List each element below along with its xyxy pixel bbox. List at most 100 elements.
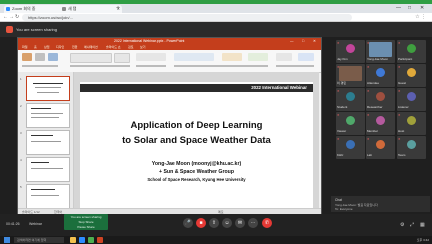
layout-icon[interactable] <box>48 53 58 61</box>
designer-icon[interactable] <box>298 53 314 61</box>
muted-mic-icon: ✕ <box>398 89 401 93</box>
participant-tile[interactable]: ✕ Host <box>397 112 426 135</box>
muted-mic-icon: ✕ <box>398 41 401 45</box>
participants-icon[interactable]: ☺ <box>222 218 232 228</box>
windows-start-icon[interactable] <box>4 237 10 243</box>
ppt-maximize-button[interactable]: □ <box>302 38 304 45</box>
current-slide[interactable]: 2022 International Webinar Application o… <box>80 82 313 208</box>
participant-avatar <box>407 116 416 125</box>
close-window-button[interactable]: ✕ <box>420 4 424 13</box>
ppt-minimize-button[interactable]: — <box>290 38 294 45</box>
quick-styles-icon[interactable] <box>248 53 268 61</box>
url-field[interactable]: https://zoom.us/wc/join/... <box>22 14 352 21</box>
ppt-close-button[interactable]: ✕ <box>313 38 316 45</box>
back-arrow-icon[interactable]: ← <box>3 14 8 21</box>
participant-avatar <box>346 92 355 101</box>
paragraph-tools[interactable] <box>136 53 166 61</box>
layout-grid-icon[interactable]: ▦ <box>420 222 425 228</box>
thumbnail-line <box>37 92 59 93</box>
tab-label: Zoom 회의 중 <box>12 6 36 11</box>
chrome-taskbar-icon[interactable] <box>88 237 94 243</box>
participant-tile[interactable]: ✕ KHU <box>336 136 365 159</box>
participant-avatar <box>407 68 416 77</box>
chat-icon[interactable]: ✉ <box>235 218 245 228</box>
participant-avatar <box>407 92 416 101</box>
slide-editing-area: 2022 International Webinar Application o… <box>74 72 319 208</box>
slide-number: 1 <box>20 77 22 81</box>
browser-tab-new[interactable]: 새 탭 ✕ <box>60 5 122 13</box>
browser-tab-zoom[interactable]: Zoom 회의 중 ✕ <box>4 5 66 13</box>
participant-name: Guest <box>398 81 407 85</box>
participant-name: Listener <box>398 105 409 109</box>
sharing-controls-popup[interactable]: You are screen sharing Stop Share Pause … <box>64 214 108 230</box>
zoom-taskbar-icon[interactable] <box>79 237 85 243</box>
settings-gear-icon[interactable]: ⚙ <box>400 222 404 228</box>
end-call-icon[interactable]: ✆ <box>262 218 272 228</box>
windows-taskbar: 검색하려면 여기에 입력 오후 3:42 <box>0 236 432 244</box>
stop-video-icon[interactable]: ■ <box>196 218 206 228</box>
participant-tile[interactable]: ✕ Listener <box>397 88 426 111</box>
participant-tile[interactable]: ✕ Guest <box>397 64 426 87</box>
participant-tile[interactable]: ✕ Attendee <box>366 64 395 87</box>
maximize-button[interactable]: □ <box>408 4 411 13</box>
pause-share-button[interactable]: Pause Share <box>64 225 108 229</box>
fullscreen-icon[interactable]: ⤢ <box>410 222 414 228</box>
chat-recipient[interactable]: To: Everyone <box>335 207 353 211</box>
chat-panel[interactable]: Chat Yong-Jae Moon: 발표 자료입니다 To: Everyon… <box>331 196 430 212</box>
participant-tile[interactable]: ✕ Researcher <box>366 88 395 111</box>
slide-number: 2 <box>20 104 22 108</box>
participant-tile[interactable]: ✕ Viewer <box>336 112 365 135</box>
font-size-box[interactable] <box>114 53 130 63</box>
powerpoint-taskbar-icon[interactable] <box>97 237 103 243</box>
new-tab-button[interactable]: + <box>116 4 120 13</box>
thumbnail-line <box>31 135 53 136</box>
minimize-button[interactable]: — <box>396 4 401 13</box>
participant-avatar <box>376 92 385 101</box>
muted-mic-icon: ✕ <box>367 41 370 45</box>
more-icon[interactable]: ⋯ <box>248 218 258 228</box>
mute-mic-icon[interactable]: 🎤 <box>183 218 193 228</box>
zoom-logo-icon <box>6 26 13 33</box>
thumbnail-line <box>33 83 63 84</box>
font-box[interactable] <box>70 53 112 63</box>
slide-thumbnail[interactable] <box>26 130 70 155</box>
participant-name: 이 경민 <box>337 81 347 85</box>
participant-tile[interactable]: ✕ 이 경민 <box>336 64 365 87</box>
ribbon-group-label <box>174 65 268 67</box>
shapes-gallery[interactable] <box>174 53 214 61</box>
reload-icon[interactable]: ↻ <box>15 14 19 21</box>
ribbon-group-label <box>276 65 314 67</box>
arrange-icon[interactable] <box>222 53 242 61</box>
find-icon[interactable] <box>276 53 292 61</box>
participant-tile[interactable]: ✕ Lab <box>366 136 395 159</box>
thumbnail-line <box>31 168 63 169</box>
participant-tile[interactable]: ✕ Team <box>397 136 426 159</box>
taskbar-search-field[interactable]: 검색하려면 여기에 입력 <box>14 237 64 243</box>
new-slide-icon[interactable] <box>35 53 45 61</box>
slide-thumbnail[interactable] <box>26 76 70 101</box>
share-screen-icon[interactable]: ⇧ <box>209 218 219 228</box>
participant-tile[interactable]: ✕ Jay Kim <box>336 40 365 63</box>
file-explorer-icon[interactable] <box>70 237 76 243</box>
ribbon-group-label <box>70 65 130 67</box>
participant-name: Host <box>398 129 405 133</box>
forward-arrow-icon[interactable]: → <box>9 14 14 21</box>
thumbnail-line <box>31 117 59 118</box>
slide-thumbnail[interactable] <box>26 184 70 209</box>
slide-author: Yong-Jae Moon (moonyj@khu.ac.kr) <box>151 161 242 167</box>
sharing-status-text: You are screen sharing <box>16 27 57 32</box>
participant-tile[interactable]: ✕ Participant <box>397 40 426 63</box>
participant-tile[interactable]: ✕ Member <box>366 112 395 135</box>
slide-number: 4 <box>20 158 22 162</box>
slide-thumbnail[interactable] <box>26 103 70 128</box>
browser-extension-icons[interactable]: ☆ ⋮ <box>415 14 426 21</box>
slide-number: 3 <box>20 131 22 135</box>
taskbar-clock: 오후 3:42 <box>416 238 429 242</box>
participant-tile[interactable]: ✕ Yong-Jae Moon <box>366 40 395 63</box>
paste-icon[interactable] <box>22 53 32 61</box>
ppt-title-bar: 2022 International Webinar.pptx - PowerP… <box>18 38 321 45</box>
zoom-favicon-icon <box>6 7 10 11</box>
participant-tile[interactable]: ✕ Student <box>336 88 365 111</box>
slide-thumbnail[interactable] <box>26 157 70 182</box>
stop-share-button[interactable]: Stop Share <box>64 220 108 224</box>
